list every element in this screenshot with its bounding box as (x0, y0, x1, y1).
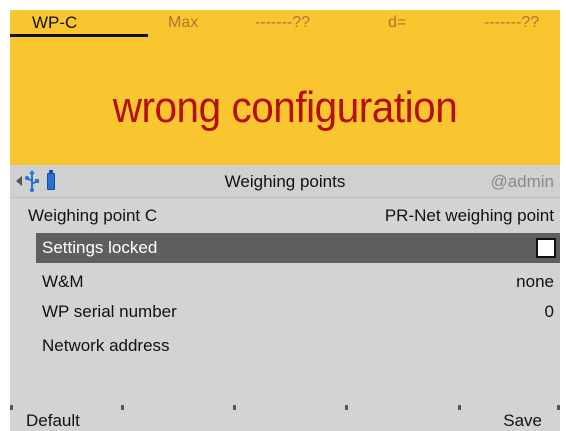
softkey-divider (458, 405, 461, 410)
wm-value: none (516, 272, 554, 291)
softkey-divider (233, 405, 236, 410)
weighing-point-underline (10, 34, 148, 37)
max-value: -------?? (255, 14, 311, 31)
wp-serial-label: WP serial number (42, 302, 177, 321)
weighing-point-label: Weighing point C (28, 206, 158, 225)
user-label: @admin (490, 172, 554, 191)
network-address-row[interactable]: Network address (36, 331, 560, 361)
default-button[interactable]: Default (26, 411, 80, 431)
wm-row[interactable]: W&M none (36, 267, 560, 297)
network-address-label: Network address (42, 336, 170, 355)
settings-locked-checkbox[interactable] (536, 238, 556, 258)
wp-serial-row[interactable]: WP serial number 0 (36, 297, 560, 327)
menu-title: Weighing points (224, 172, 346, 191)
save-button[interactable]: Save (503, 411, 542, 431)
status-panel: WP-C Max -------?? d= -------?? wrong co… (10, 10, 560, 165)
wp-serial-value: 0 (544, 302, 554, 321)
weighing-point-name: WP-C (32, 13, 78, 32)
division-value: -------?? (484, 14, 540, 31)
softkey-divider (121, 405, 124, 410)
weighing-point-type: PR-Net weighing point (384, 206, 554, 225)
wm-label: W&M (42, 272, 84, 291)
softkey-divider (10, 405, 13, 410)
softkey-bar: Default Save (10, 405, 560, 431)
softkey-divider (345, 405, 348, 410)
error-message: wrong configuration (112, 83, 458, 132)
device-screen: WP-C Max -------?? d= -------?? wrong co… (0, 0, 566, 431)
settings-locked-row[interactable]: Settings locked (36, 233, 560, 263)
division-label: d= (388, 14, 407, 31)
softkey-divider (557, 405, 560, 410)
status-line: WP-C Max -------?? d= -------?? (10, 10, 560, 36)
max-label: Max (168, 14, 199, 31)
weighing-point-row[interactable]: Weighing point C PR-Net weighing point (10, 201, 560, 231)
menu-panel: Weighing points @admin Weighing point C … (10, 165, 560, 405)
settings-locked-label: Settings locked (42, 238, 158, 257)
menu-title-bar: Weighing points @admin (10, 166, 560, 198)
